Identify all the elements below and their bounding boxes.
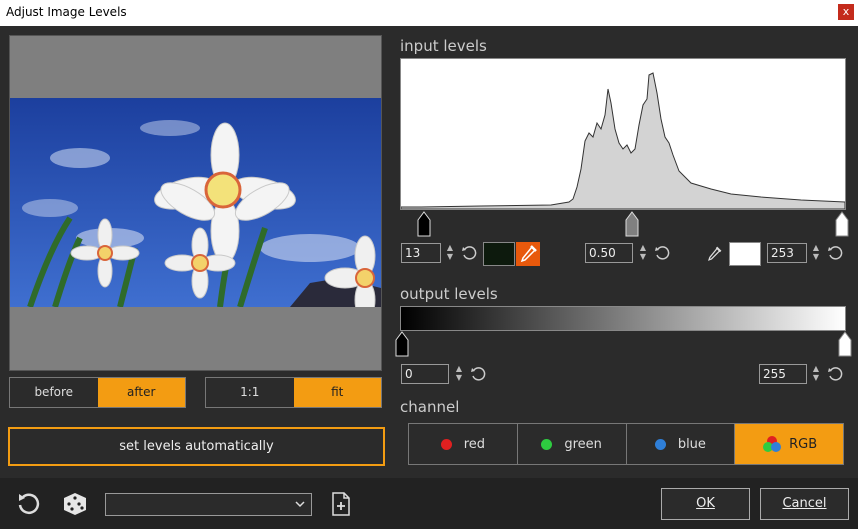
input-white-slider[interactable] <box>834 211 850 237</box>
input-gamma-field[interactable]: 0.50 <box>585 243 633 263</box>
preview-mode-toggle: before after <box>9 377 186 408</box>
zoom-fit-button[interactable]: fit <box>293 378 381 407</box>
dice-icon[interactable] <box>62 491 88 517</box>
blue-dot-icon <box>654 438 666 450</box>
eyedropper-icon[interactable] <box>704 243 724 265</box>
histogram <box>400 58 846 210</box>
spin-up-down-icon[interactable]: ▲ ▼ <box>453 364 465 384</box>
channel-red-label: red <box>463 436 486 452</box>
zoom-1-1-button[interactable]: 1:1 <box>206 378 294 407</box>
output-white-field[interactable]: 255 <box>759 364 807 384</box>
histogram-plot <box>400 72 846 210</box>
after-button[interactable]: after <box>97 378 185 407</box>
channel-rgb-button[interactable]: RGB <box>735 424 843 464</box>
channel-blue-button[interactable]: blue <box>627 424 736 464</box>
output-white-slider[interactable] <box>837 331 853 357</box>
title-bar: Adjust Image Levels x <box>0 0 858 26</box>
channel-label: channel <box>400 398 460 416</box>
reset-icon[interactable] <box>461 245 477 261</box>
output-black-slider[interactable] <box>394 331 410 357</box>
reset-icon[interactable] <box>470 366 486 382</box>
spin-up-down-icon[interactable]: ▲ ▼ <box>810 364 822 384</box>
channel-blue-label: blue <box>677 436 706 452</box>
set-levels-automatically-button[interactable]: set levels automatically <box>8 427 385 466</box>
before-button[interactable]: before <box>10 378 98 407</box>
channel-rgb-label: RGB <box>789 436 818 452</box>
input-white-field[interactable]: 253 <box>767 243 807 263</box>
black-eyedropper-button[interactable] <box>516 242 540 266</box>
output-gradient <box>400 306 846 331</box>
channel-green-label: green <box>564 436 602 452</box>
output-black-field[interactable]: 0 <box>401 364 449 384</box>
preset-dropdown[interactable] <box>105 493 312 516</box>
input-gamma-slider[interactable] <box>624 211 640 237</box>
channel-green-button[interactable]: green <box>518 424 627 464</box>
reset-icon[interactable] <box>654 245 670 261</box>
ok-label: OK <box>696 496 715 511</box>
chevron-down-icon <box>295 501 305 508</box>
ok-button[interactable]: OK <box>661 488 750 520</box>
window-title: Adjust Image Levels <box>6 5 127 19</box>
black-point-swatch <box>483 242 515 266</box>
input-black-field[interactable]: 13 <box>401 243 441 263</box>
spin-up-down-icon[interactable]: ▲ ▼ <box>444 243 456 263</box>
close-icon[interactable]: x <box>838 4 854 20</box>
zoom-toggle: 1:1 fit <box>205 377 382 408</box>
preview-photo <box>10 98 381 307</box>
spin-up-down-icon[interactable]: ▲ ▼ <box>637 243 649 263</box>
channel-red-button[interactable]: red <box>409 424 518 464</box>
reset-icon[interactable] <box>827 245 843 261</box>
rgb-icon <box>763 436 782 452</box>
reset-icon[interactable] <box>827 366 843 382</box>
new-preset-icon[interactable] <box>331 492 351 516</box>
reset-all-icon[interactable] <box>16 491 42 517</box>
green-dot-icon <box>541 438 553 450</box>
white-point-swatch <box>729 242 761 266</box>
channel-selector: red green blue RGB <box>408 423 844 465</box>
red-dot-icon <box>440 438 452 450</box>
output-levels-label: output levels <box>400 285 498 303</box>
eyedropper-icon <box>520 245 537 263</box>
input-black-slider[interactable] <box>416 211 432 237</box>
cancel-label: Cancel <box>782 496 827 511</box>
cancel-button[interactable]: Cancel <box>760 488 849 520</box>
input-levels-label: input levels <box>400 37 487 55</box>
image-preview <box>9 35 382 371</box>
spin-up-down-icon[interactable]: ▲ ▼ <box>810 243 822 263</box>
